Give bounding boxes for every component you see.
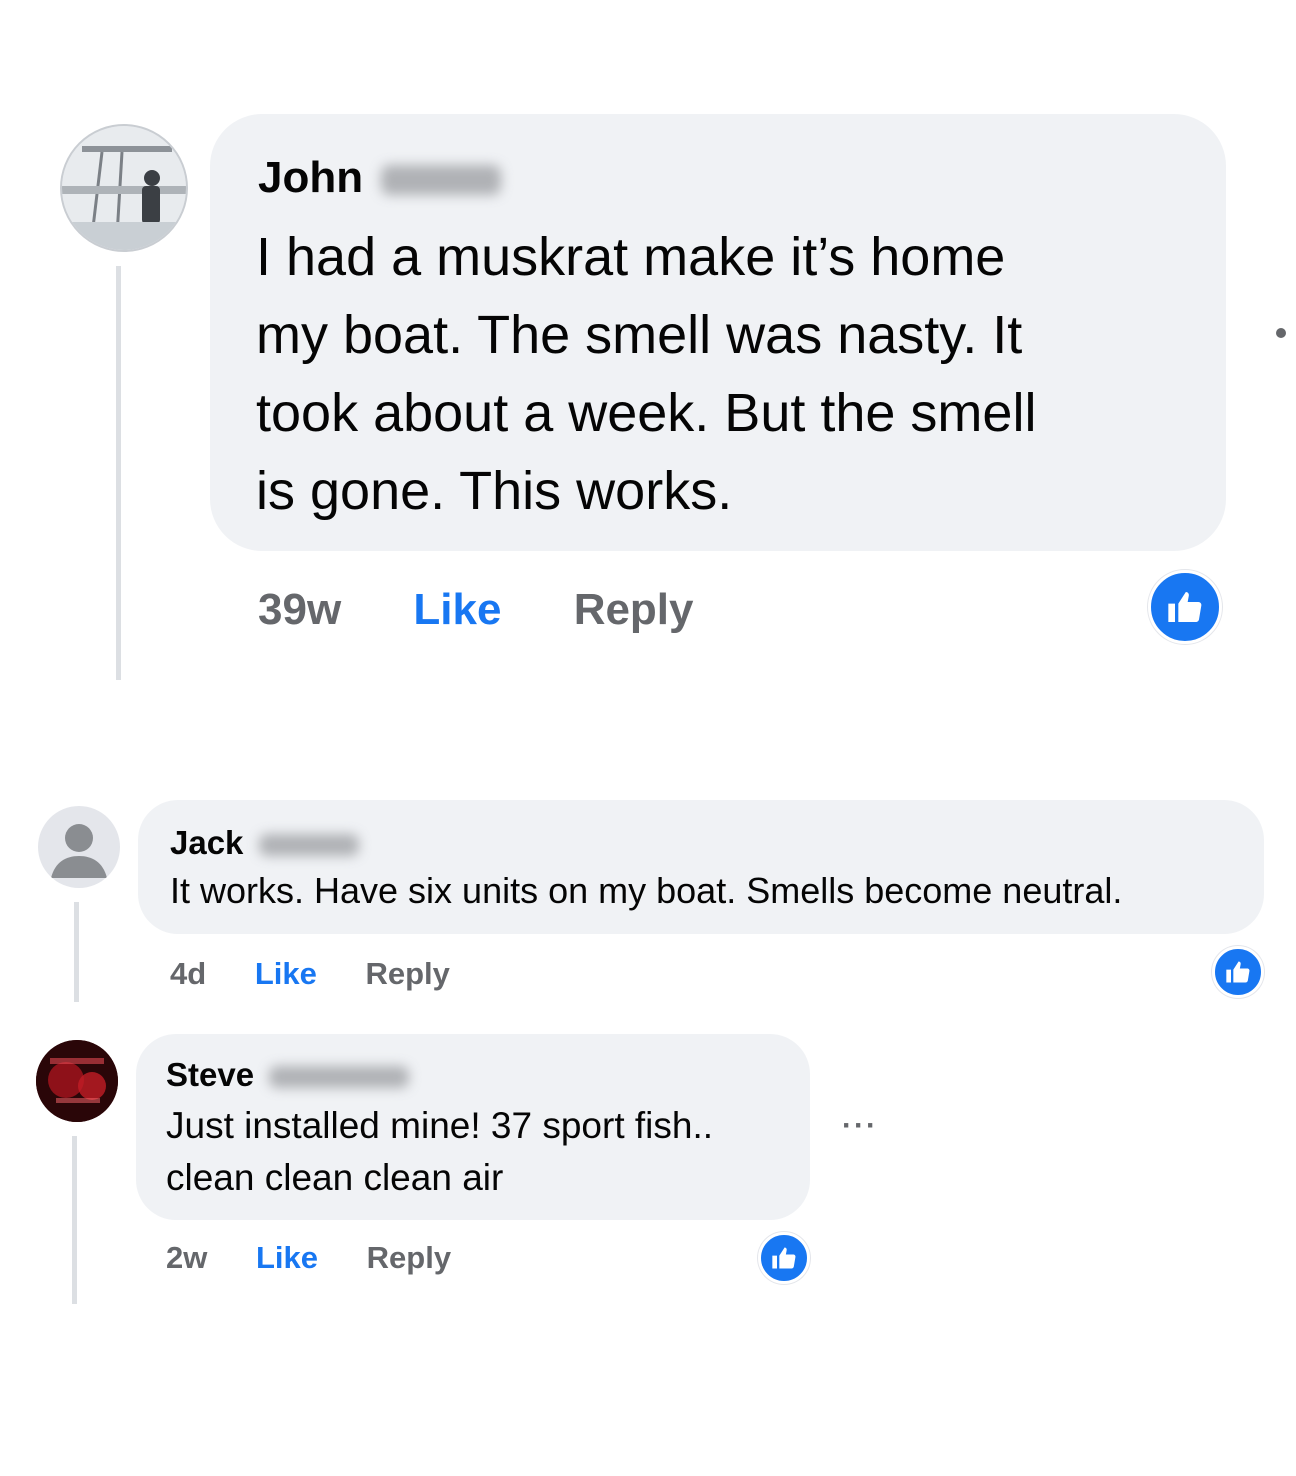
like-icon: [1168, 592, 1202, 622]
reaction-badge[interactable]: [758, 1232, 810, 1284]
comment-text-line: my boat. The smell was nasty. It: [256, 305, 1023, 365]
comment-actions: 4d Like Reply: [170, 954, 450, 994]
timestamp[interactable]: 4d: [170, 956, 206, 991]
like-button[interactable]: Like: [256, 1240, 318, 1275]
comment-text-line: took about a week. But the smell: [256, 383, 1037, 443]
comment-actions: 2w Like Reply: [166, 1238, 451, 1278]
reply-button[interactable]: Reply: [365, 956, 449, 991]
comment-author[interactable]: Steve: [166, 1054, 410, 1096]
comment-text-line: I had a muskrat make it’s home: [256, 227, 1006, 287]
thread-line: [74, 902, 79, 1002]
comment-text: Just installed mine! 37 sport fish.. cle…: [166, 1100, 713, 1204]
avatar[interactable]: [38, 806, 120, 888]
comment-text-line: It works. Have six units on my boat. Sme…: [170, 870, 1123, 911]
like-button[interactable]: Like: [255, 956, 317, 991]
like-icon: [772, 1247, 796, 1269]
comment-author[interactable]: Jack: [170, 822, 359, 864]
author-name[interactable]: Steve: [166, 1056, 254, 1093]
reaction-badge[interactable]: [1212, 946, 1264, 998]
timestamp[interactable]: 2w: [166, 1240, 207, 1275]
thread-line: [72, 1136, 77, 1304]
timestamp[interactable]: 39w: [258, 585, 341, 634]
comment-bubble: Jack It works. Have six units on my boat…: [138, 800, 1264, 934]
avatar[interactable]: [36, 1040, 118, 1122]
more-options-button[interactable]: ···: [842, 1106, 878, 1146]
comment-author[interactable]: John: [258, 150, 502, 206]
default-profile-icon: [51, 824, 107, 878]
author-name[interactable]: John: [258, 153, 363, 202]
comment-actions: 39w Like Reply: [258, 582, 694, 638]
comment-text-line: Just installed mine! 37 sport fish..: [166, 1105, 714, 1146]
more-options-icon[interactable]: [1276, 328, 1286, 338]
reaction-badge[interactable]: [1148, 570, 1222, 644]
reply-button[interactable]: Reply: [574, 585, 694, 634]
comment-text-line: clean clean clean air: [166, 1157, 504, 1198]
like-icon: [1226, 961, 1250, 983]
boat-photo-avatar-icon: [62, 126, 186, 250]
avatar[interactable]: [60, 124, 188, 252]
thread-line: [116, 266, 121, 680]
reply-button[interactable]: Reply: [367, 1240, 451, 1275]
redacted-surname: [381, 165, 502, 196]
comment-bubble: Steve Just installed mine! 37 sport fish…: [136, 1034, 810, 1220]
comment-text: I had a muskrat make it’s home my boat. …: [256, 218, 1216, 530]
redacted-surname: [258, 834, 359, 857]
redacted-surname: [269, 1066, 410, 1089]
author-name[interactable]: Jack: [170, 824, 243, 861]
comment-text-line: is gone. This works.: [256, 461, 733, 521]
comment-bubble: John I had a muskrat make it’s home my b…: [210, 114, 1226, 551]
photo-avatar-icon: [36, 1040, 118, 1122]
like-button[interactable]: Like: [413, 585, 501, 634]
